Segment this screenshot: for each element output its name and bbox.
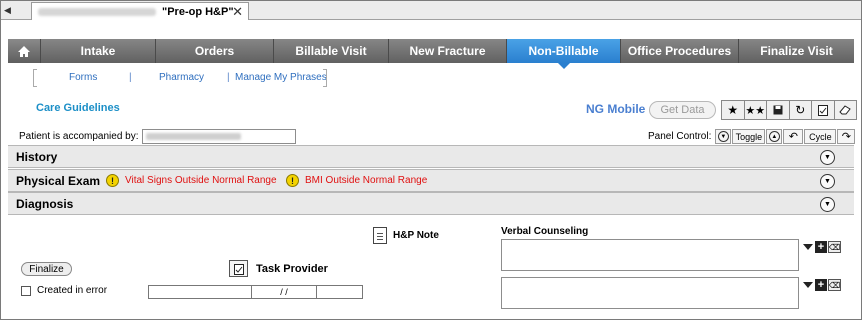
home-icon xyxy=(18,45,30,57)
checklist-icon[interactable] xyxy=(812,101,835,119)
bmi-warning-text: BMI Outside Normal Range xyxy=(305,175,428,186)
document-tab[interactable]: "Pre-op H&P" ✕ xyxy=(31,2,249,20)
task-provider-fields: / / xyxy=(148,285,363,299)
document-icon xyxy=(373,227,387,244)
nav-tab-billable-visit[interactable]: Billable Visit xyxy=(274,39,389,63)
vital-signs-warning: ! Vital Signs Outside Normal Range xyxy=(106,174,277,187)
nav-tab-non-billable[interactable]: Non-Billable xyxy=(507,39,621,69)
verbal-counseling-label: Verbal Counseling xyxy=(501,226,589,237)
main-nav: Intake Orders Billable Visit New Fractur… xyxy=(8,39,854,69)
document-tab-name: "Pre-op H&P" xyxy=(162,5,234,18)
submenu-separator: | xyxy=(227,72,230,83)
nav-tab-office-procedures[interactable]: Office Procedures xyxy=(621,39,739,63)
accompanied-by-label: Patient is accompanied by: xyxy=(19,131,139,142)
dropdown-arrow-icon[interactable] xyxy=(803,244,813,250)
task-provider-label: Task Provider xyxy=(256,262,328,275)
refresh-icon[interactable]: ↻ xyxy=(790,101,812,119)
submenu-forms[interactable]: Forms xyxy=(69,72,97,83)
cycle-button[interactable]: Cycle xyxy=(804,129,837,144)
submenu-separator: | xyxy=(129,72,132,83)
accompanied-by-value-redacted xyxy=(146,133,241,140)
add-icon[interactable]: + xyxy=(815,279,827,291)
task-provider-icon[interactable] xyxy=(229,260,248,277)
care-guidelines-link[interactable]: Care Guidelines xyxy=(36,102,120,114)
warning-icon: ! xyxy=(286,174,299,187)
collapse-all-button[interactable]: ▼ xyxy=(715,129,732,144)
ng-mobile-label: NG Mobile xyxy=(586,102,646,116)
verbal-counseling-controls-1: + ⌫ xyxy=(801,241,841,253)
double-star-icon[interactable]: ★★ xyxy=(745,101,767,119)
chevron-up-icon: ▲ xyxy=(768,131,780,142)
tab-timestamp-redacted xyxy=(38,7,156,16)
expand-chevron-icon[interactable]: ▼ xyxy=(820,197,835,212)
physical-exam-title: Physical Exam xyxy=(16,174,101,188)
dropdown-arrow-icon[interactable] xyxy=(803,282,813,288)
created-in-error-checkbox[interactable] xyxy=(21,285,31,296)
submenu-right-bracket xyxy=(323,69,327,87)
panel-control-label: Panel Control: xyxy=(648,131,712,142)
vital-signs-warning-text: Vital Signs Outside Normal Range xyxy=(125,175,277,186)
expand-chevron-icon[interactable]: ▼ xyxy=(820,174,835,189)
physical-exam-section[interactable]: Physical Exam ! Vital Signs Outside Norm… xyxy=(8,169,854,192)
save-icon[interactable] xyxy=(767,101,790,119)
nav-tab-finalize-visit[interactable]: Finalize Visit xyxy=(739,39,854,63)
action-toolbar: ★ ★★ ↻ xyxy=(721,100,857,120)
history-section[interactable]: History ▼ xyxy=(8,145,854,168)
app-window: ◀ "Pre-op H&P" ✕ Intake Orders Billable … xyxy=(0,0,862,320)
history-title: History xyxy=(16,150,58,164)
verbal-counseling-controls-2: + ⌫ xyxy=(801,279,841,291)
nav-tab-intake[interactable]: Intake xyxy=(41,39,156,63)
cycle-forward-icon[interactable]: ↷ xyxy=(837,129,856,144)
submenu-manage-my-phrases[interactable]: Manage My Phrases xyxy=(235,72,327,83)
tab-scroll-left-icon[interactable]: ◀ xyxy=(4,5,14,16)
submenu-left-bracket xyxy=(33,69,37,87)
chevron-down-icon: ▼ xyxy=(717,131,729,142)
expand-chevron-icon[interactable]: ▼ xyxy=(820,150,835,165)
toggle-button[interactable]: Toggle xyxy=(732,129,766,144)
task-provider-name-field[interactable] xyxy=(149,286,252,298)
hp-note-label: H&P Note xyxy=(393,230,439,241)
expand-all-button[interactable]: ▲ xyxy=(766,129,783,144)
home-button[interactable] xyxy=(8,39,41,63)
warning-icon: ! xyxy=(106,174,119,187)
finalize-button[interactable]: Finalize xyxy=(21,262,72,276)
submenu-pharmacy[interactable]: Pharmacy xyxy=(159,72,204,83)
verbal-counseling-field-2[interactable] xyxy=(501,277,799,309)
diagnosis-section[interactable]: Diagnosis ▼ xyxy=(8,192,854,215)
add-icon[interactable]: + xyxy=(815,241,827,253)
hp-note-button[interactable]: H&P Note xyxy=(373,227,439,244)
panel-control: Panel Control: ▼ Toggle ▲ ↶ Cycle ↷ xyxy=(648,129,856,144)
close-tab-icon[interactable]: ✕ xyxy=(232,4,243,20)
document-tab-strip: ◀ "Pre-op H&P" ✕ xyxy=(1,1,861,20)
task-provider: Task Provider xyxy=(229,260,328,277)
created-in-error-label: Created in error xyxy=(37,285,108,296)
task-extra-field[interactable] xyxy=(317,286,362,298)
nav-tab-new-fracture[interactable]: New Fracture xyxy=(389,39,507,63)
task-date-field[interactable]: / / xyxy=(252,286,317,298)
nav-tab-orders[interactable]: Orders xyxy=(156,39,274,63)
cycle-back-icon[interactable]: ↶ xyxy=(783,129,804,144)
star-icon[interactable]: ★ xyxy=(722,101,745,119)
eraser-icon[interactable] xyxy=(835,101,857,119)
get-data-button[interactable]: Get Data xyxy=(649,101,716,119)
eraser-icon[interactable]: ⌫ xyxy=(828,279,841,291)
eraser-icon[interactable]: ⌫ xyxy=(828,241,841,253)
accompanied-by-input[interactable] xyxy=(142,129,296,144)
bmi-warning: ! BMI Outside Normal Range xyxy=(286,174,427,187)
verbal-counseling-field-1[interactable] xyxy=(501,239,799,271)
created-in-error: Created in error xyxy=(21,285,107,296)
diagnosis-title: Diagnosis xyxy=(16,197,74,211)
